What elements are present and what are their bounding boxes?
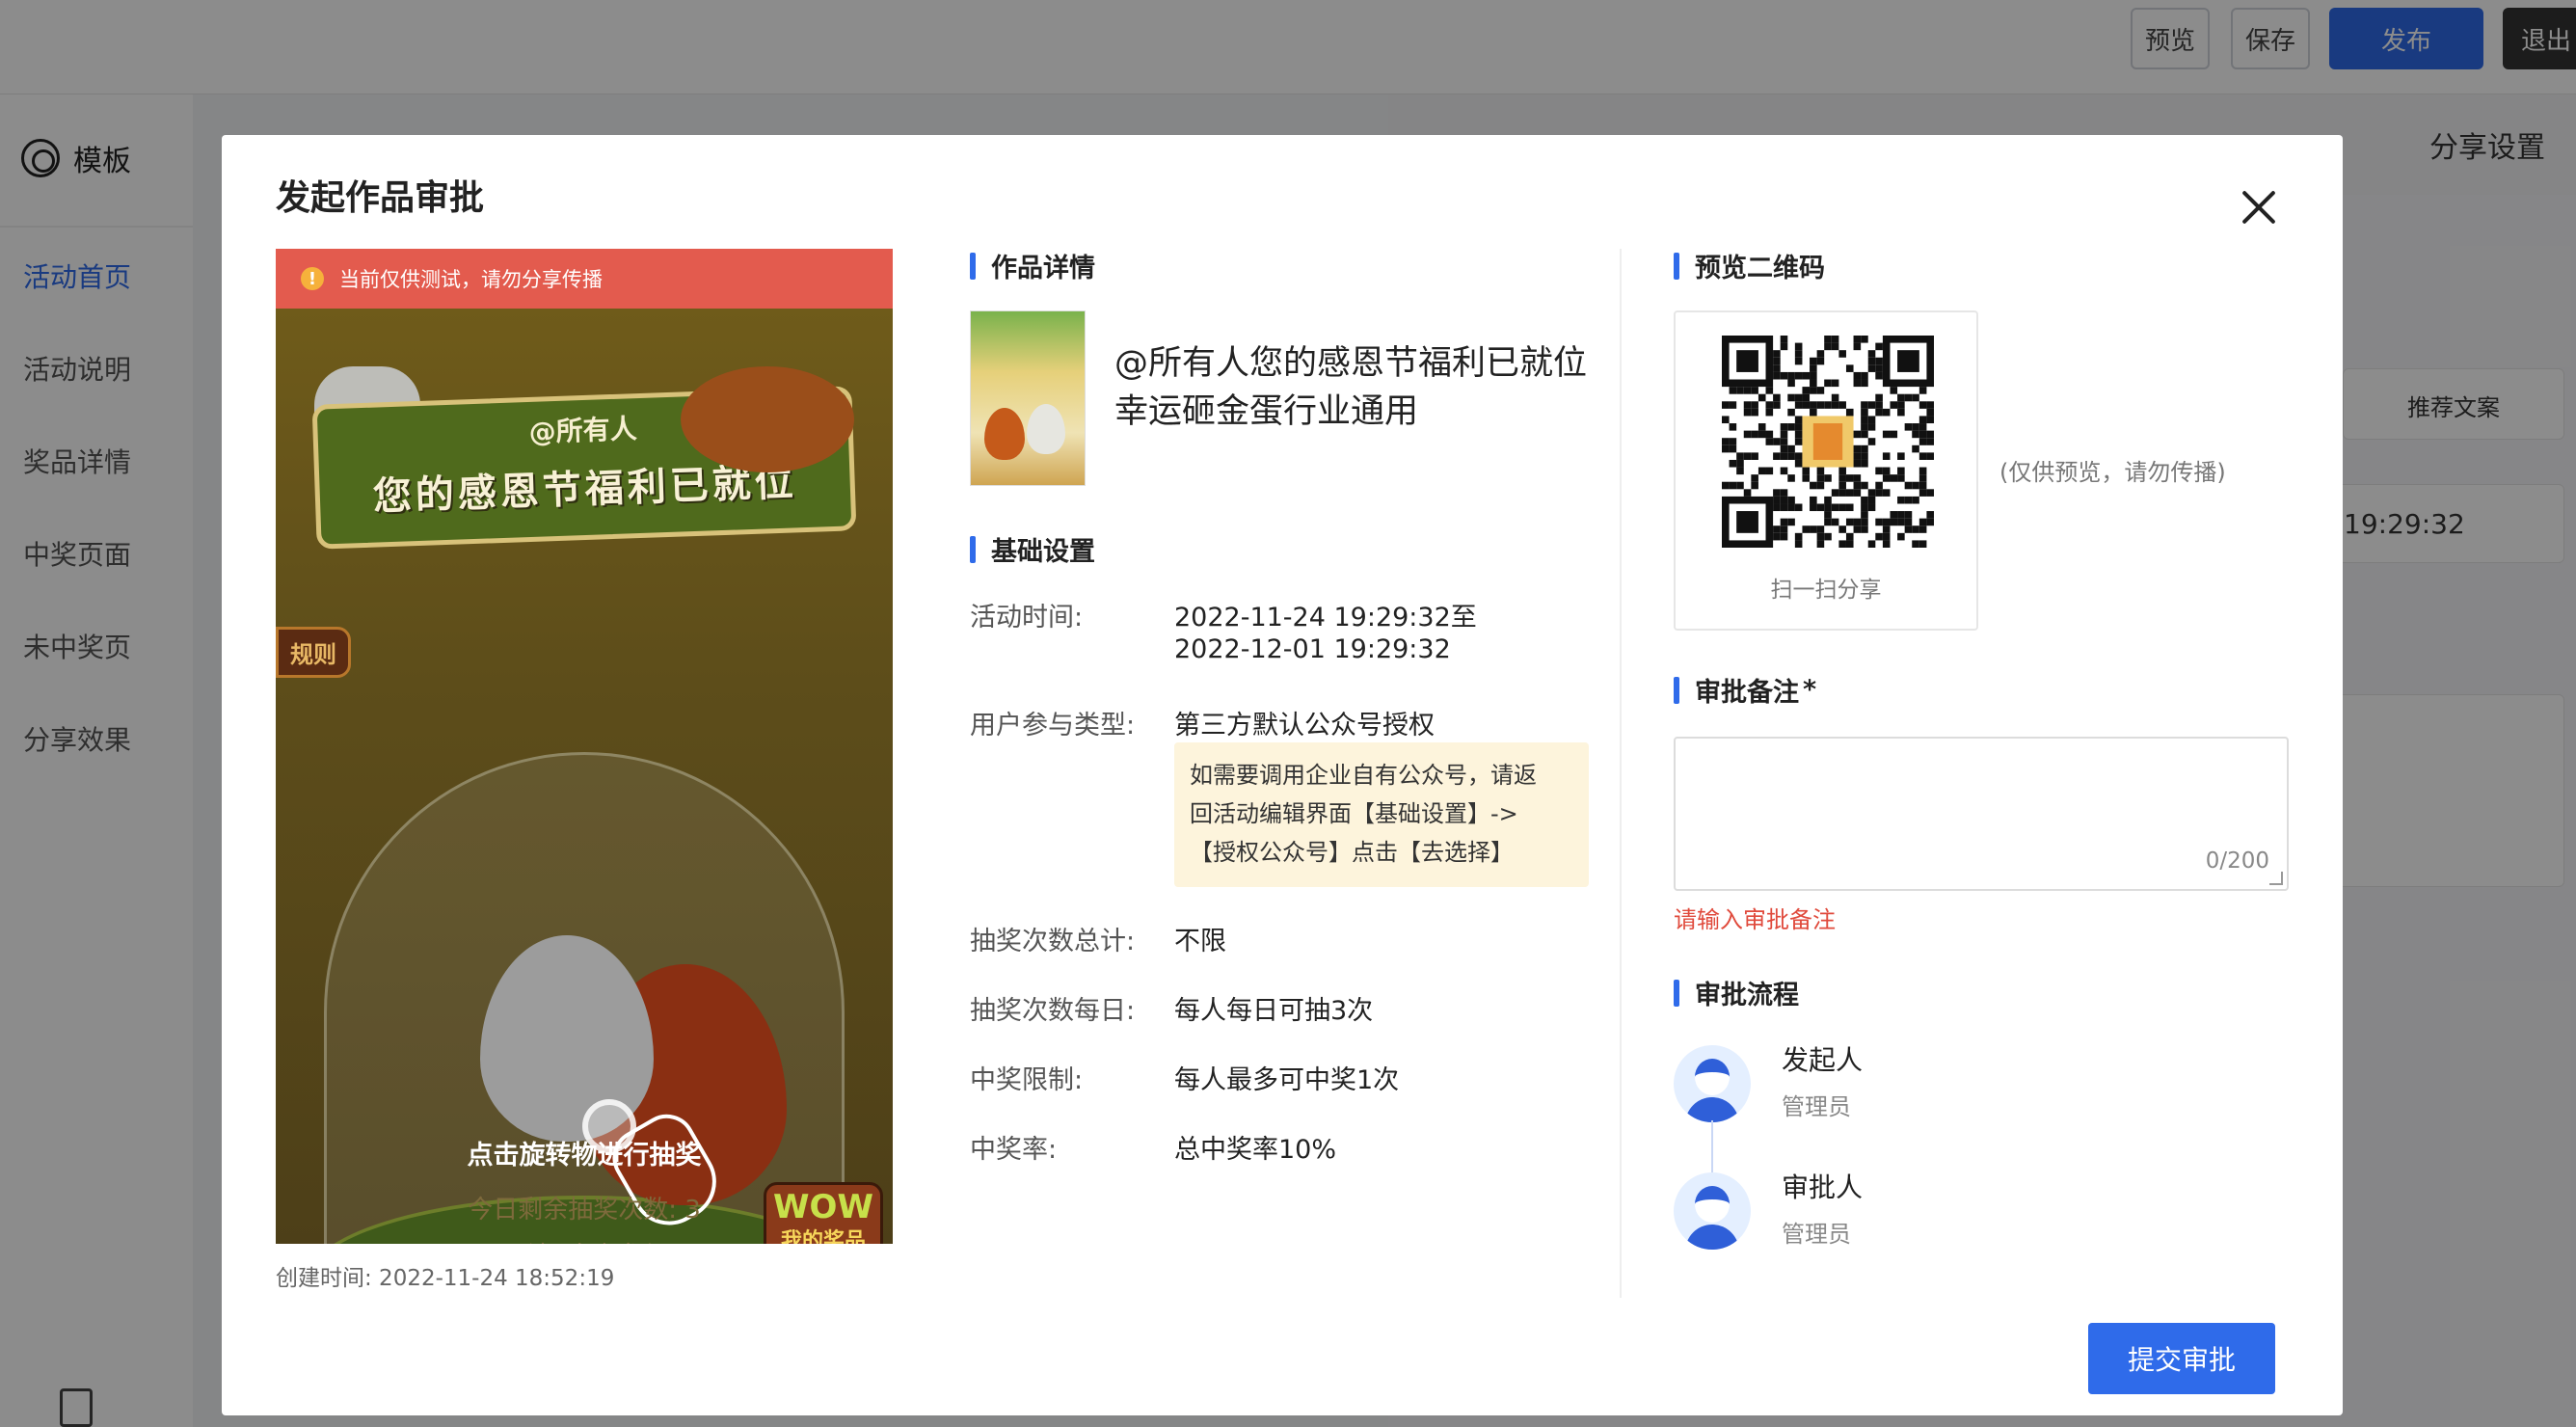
activity-time-start: 2022-11-24 19:29:32至: [1174, 603, 1477, 633]
approval-dialog: 发起作品审批 ! 当前仅供测试，请勿分享传播 @所有人 您的感恩节福利已就位 规…: [222, 135, 2343, 1415]
heading-accent: [970, 252, 976, 280]
win-limit-value: 每人最多可中奖1次: [1174, 1065, 1400, 1095]
thumbnail-egg-red: [984, 408, 1025, 460]
qr-caption: 扫一扫分享: [1770, 578, 1882, 603]
activity-time-label: 活动时间:: [970, 603, 1084, 633]
daily-draws-value: 每人每日可抽3次: [1174, 996, 1374, 1026]
work-preview: ! 当前仅供测试，请勿分享传播 @所有人 您的感恩节福利已就位 规则 点击旋转物…: [276, 249, 893, 1244]
submit-approval-button[interactable]: 提交审批: [2088, 1323, 2275, 1394]
account-note: 如需要调用企业自有公众号，请返 回活动编辑界面【基础设置】-> 【授权公众号】点…: [1174, 742, 1589, 887]
test-warning-bar: ! 当前仅供测试，请勿分享传播: [276, 249, 893, 309]
account-note-line-3: 【授权公众号】点击【去选择】: [1190, 839, 1514, 866]
remark-textarea[interactable]: 0/200: [1674, 737, 2289, 891]
work-details-heading-text: 作品详情: [991, 254, 1095, 283]
qr-heading: 预览二维码: [1674, 247, 1825, 284]
created-time: 创建时间: 2022-11-24 18:52:19: [276, 1266, 615, 1291]
avatar-head: [1695, 1059, 1730, 1095]
my-prize-badge: WOW 我的奖品: [764, 1182, 883, 1244]
initiator-role: 管理员: [1782, 1093, 1851, 1120]
game-canvas: @所有人 您的感恩节福利已就位 规则 点击旋转物进行抽奖 今日剩余抽奖次数: 3…: [276, 309, 893, 1244]
qr-heading-text: 预览二维码: [1695, 254, 1825, 283]
warning-icon: !: [301, 267, 324, 290]
remark-counter: 0/200: [2205, 848, 2269, 874]
column-divider: [1620, 249, 1622, 1298]
remark-heading: 审批备注 *: [1674, 671, 1816, 709]
heading-accent: [1674, 676, 1679, 704]
thumbnail-egg-white: [1027, 404, 1065, 454]
resize-handle-icon[interactable]: [2269, 872, 2283, 885]
flow-connector: [1711, 1120, 1713, 1178]
total-draws-label: 抽奖次数总计:: [970, 927, 1136, 956]
win-rate-label: 中奖率:: [970, 1135, 1058, 1165]
turkey-image: [681, 366, 854, 472]
prize-badge-label: 我的奖品: [780, 1229, 866, 1244]
qr-card: 扫一扫分享: [1674, 310, 1978, 631]
account-note-line-2: 回活动编辑界面【基础设置】->: [1190, 800, 1518, 827]
approver-name: 审批人: [1782, 1171, 1864, 1203]
user-type-label: 用户参与类型:: [970, 711, 1136, 740]
avatar-body: [1685, 1225, 1739, 1250]
work-thumbnail: [970, 310, 1086, 486]
win-limit-label: 中奖限制:: [970, 1065, 1084, 1095]
avatar: [1674, 1045, 1751, 1122]
work-details-heading: 作品详情: [970, 247, 1095, 284]
heading-accent: [1674, 252, 1679, 280]
dialog-title: 发起作品审批: [276, 178, 485, 218]
work-title: @所有人您的感恩节福利已就位幸运砸金蛋行业通用: [1114, 344, 1588, 431]
heading-accent: [1674, 979, 1679, 1007]
daily-draws-label: 抽奖次数每日:: [970, 996, 1136, 1026]
user-type-value: 第三方默认公众号授权: [1174, 711, 1435, 740]
win-rate-value: 总中奖率10%: [1174, 1135, 1337, 1165]
avatar-body: [1685, 1097, 1739, 1122]
flow-heading: 审批流程: [1674, 974, 1799, 1011]
test-warning-text: 当前仅供测试，请勿分享传播: [339, 268, 603, 291]
total-draws-value: 不限: [1174, 927, 1226, 956]
avatar: [1674, 1172, 1751, 1250]
basic-settings-heading-text: 基础设置: [991, 537, 1095, 567]
remark-heading-text: 审批备注: [1695, 678, 1799, 708]
qr-note: (仅供预览，请勿传播): [1999, 459, 2226, 486]
approver-role: 管理员: [1782, 1221, 1851, 1248]
avatar-head: [1695, 1186, 1730, 1223]
prize-badge-wow: WOW: [773, 1188, 873, 1226]
heading-accent: [970, 535, 976, 563]
activity-time-end: 2022-12-01 19:29:32: [1174, 634, 1451, 664]
account-note-line-1: 如需要调用企业自有公众号，请返: [1190, 762, 1537, 789]
remark-error: 请输入审批备注: [1674, 906, 1836, 933]
game-instruction: 点击旋转物进行抽奖: [467, 1141, 702, 1171]
flow-heading-text: 审批流程: [1695, 981, 1799, 1010]
close-icon[interactable]: [2237, 185, 2281, 229]
basic-settings-heading: 基础设置: [970, 530, 1095, 568]
required-mark: *: [1803, 675, 1817, 705]
rules-tag: 规则: [276, 627, 351, 678]
qr-code-image: [1722, 336, 1934, 548]
initiator-name: 发起人: [1782, 1044, 1864, 1076]
